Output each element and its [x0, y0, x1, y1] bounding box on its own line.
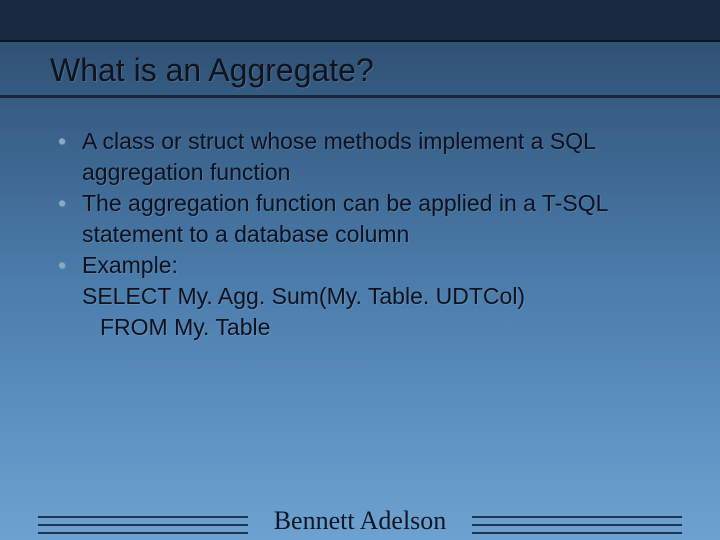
bullet-item: Example: SELECT My. Agg. Sum(My. Table. …	[54, 250, 666, 343]
bullet-item: The aggregation function can be applied …	[54, 188, 666, 250]
bullet-text: A class or struct whose methods implemen…	[82, 128, 595, 185]
example-line: SELECT My. Agg. Sum(My. Table. UDTCol)	[82, 283, 525, 309]
example-line: FROM My. Table	[82, 312, 666, 343]
bullet-text: Example:	[82, 252, 178, 278]
bullet-text: The aggregation function can be applied …	[82, 190, 608, 247]
bullet-item: A class or struct whose methods implemen…	[54, 126, 666, 188]
top-bar	[0, 0, 720, 42]
slide-title: What is an Aggregate?	[50, 52, 670, 89]
footer: Bennett Adelson	[0, 506, 720, 536]
title-region: What is an Aggregate?	[0, 42, 720, 98]
bullet-list: A class or struct whose methods implemen…	[54, 126, 666, 343]
content-region: A class or struct whose methods implemen…	[0, 98, 720, 343]
footer-author: Bennett Adelson	[274, 506, 447, 535]
